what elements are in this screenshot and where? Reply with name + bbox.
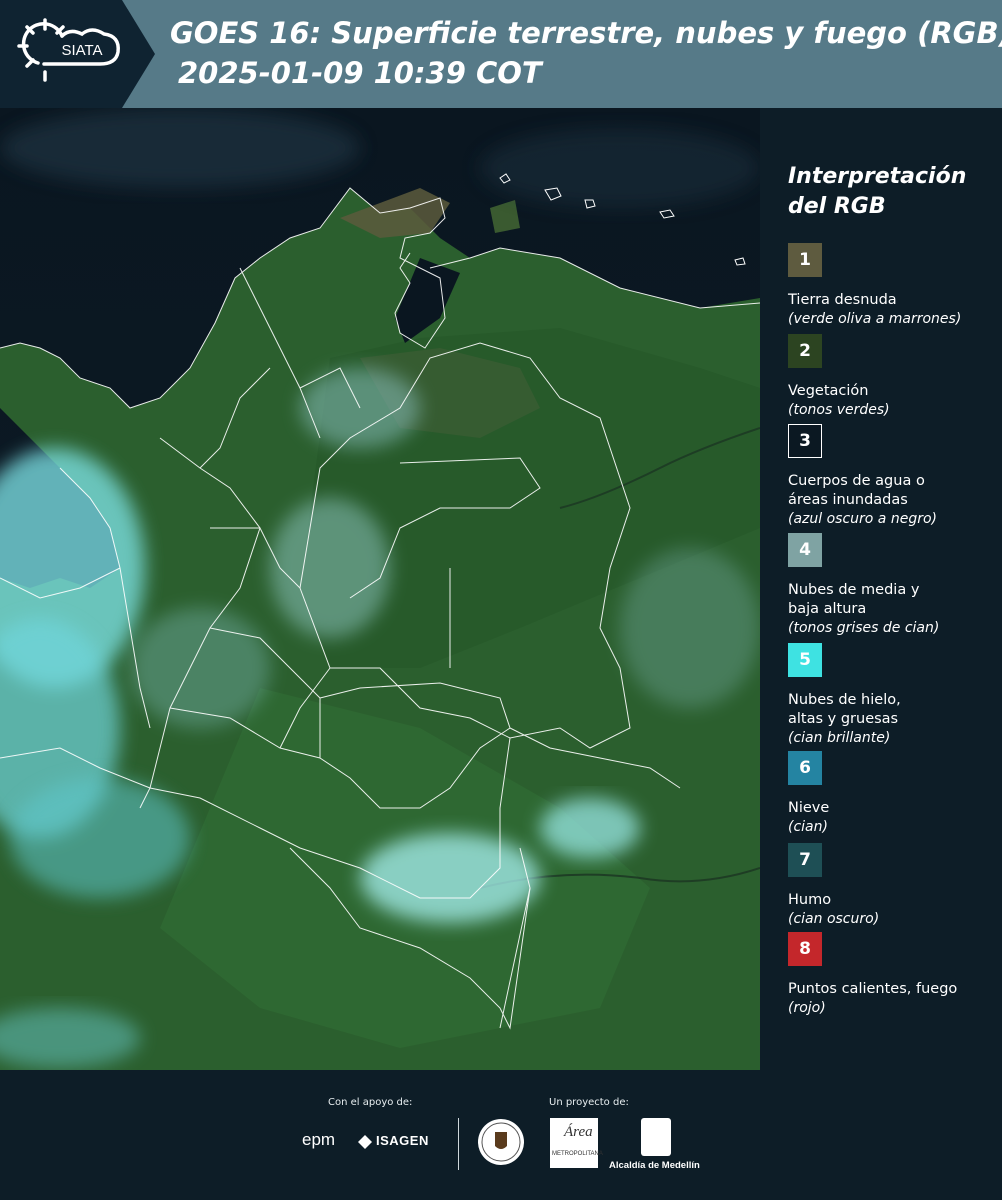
medellin-seal-logo — [477, 1118, 525, 1166]
legend-swatch: 1 — [788, 243, 822, 277]
legend-title-line1: Interpretación — [788, 164, 967, 189]
legend-item-sub: (verde oliva a marrones) — [788, 311, 962, 327]
legend-swatch: 2 — [788, 334, 822, 368]
legend-item-label: Nubes de media y baja altura — [788, 582, 920, 617]
legend-item-sub: (cian oscuro) — [788, 911, 880, 927]
isagen-icon — [358, 1134, 372, 1149]
legend-item-label: Nubes de hielo, altas y gruesas — [788, 692, 901, 727]
isagen-logo: ISAGEN — [376, 1133, 429, 1148]
area-logo-word: Área — [564, 1124, 593, 1140]
legend-swatch: 8 — [788, 932, 822, 966]
alcaldia-shield-icon — [641, 1118, 671, 1156]
legend-item-sub: (rojo) — [788, 1000, 826, 1016]
legend-item-label: Puntos calientes, fuego — [788, 981, 958, 997]
legend-item-vegetation: 2 Vegetación (tonos verdes) — [788, 334, 998, 420]
legend-item-water: 3 Cuerpos de agua o áreas inundadas (azu… — [788, 424, 998, 529]
page-timestamp: 2025-01-09 10:39 COT — [178, 56, 542, 90]
legend-item-fire: 8 Puntos calientes, fuego (rojo) — [788, 932, 998, 1018]
legend-item-sub: (cian) — [788, 819, 828, 835]
legend-item-sub: (azul oscuro a negro) — [788, 511, 937, 527]
project-label: Un proyecto de: — [549, 1097, 629, 1108]
legend-item-label: Tierra desnuda — [788, 292, 897, 308]
header-bar: SIATA GOES 16: Superficie terrestre, nub… — [0, 0, 1002, 108]
legend-panel: Interpretación del RGB 1 Tierra desnuda … — [762, 108, 1002, 1070]
legend-item-label: Cuerpos de agua o áreas inundadas — [788, 473, 925, 508]
legend-item-snow: 6 Nieve (cian) — [788, 751, 998, 837]
legend-title-line2: del RGB — [788, 194, 886, 219]
area-logo-sub: METROPOLITANA — [552, 1151, 603, 1157]
legend-item-sub: (tonos grises de cian) — [788, 620, 940, 636]
legend-item-sub: (cian brillante) — [788, 730, 891, 746]
legend-item-label: Nieve — [788, 800, 830, 816]
legend-swatch: 4 — [788, 533, 822, 567]
legend-item-label: Vegetación — [788, 383, 869, 399]
legend-item-bare-soil: 1 Tierra desnuda (verde oliva a marrones… — [788, 243, 998, 329]
legend-swatch: 5 — [788, 643, 822, 677]
legend-title: Interpretación del RGB — [788, 162, 966, 222]
support-label: Con el apoyo de: — [328, 1097, 413, 1108]
legend-swatch: 3 — [788, 424, 822, 458]
area-metropolitana-logo: Área METROPOLITANA — [550, 1118, 603, 1168]
siata-logo-text: SIATA — [61, 42, 102, 59]
legend-swatch: 7 — [788, 843, 822, 877]
epm-logo: epm — [302, 1130, 336, 1149]
footer: Con el apoyo de: Un proyecto de: epm ISA… — [0, 1070, 1002, 1200]
siata-logo: SIATA — [0, 0, 155, 108]
legend-item-mid-low-clouds: 4 Nubes de media y baja altura (tonos gr… — [788, 533, 998, 638]
legend-item-smoke: 7 Humo (cian oscuro) — [788, 843, 998, 929]
satellite-map — [0, 108, 760, 1070]
page-title: GOES 16: Superficie terrestre, nubes y f… — [170, 16, 1002, 50]
legend-item-ice-clouds: 5 Nubes de hielo, altas y gruesas (cian … — [788, 643, 998, 748]
legend-item-sub: (tonos verdes) — [788, 402, 890, 418]
legend-item-label: Humo — [788, 892, 832, 908]
footer-divider — [458, 1118, 459, 1170]
legend-swatch: 6 — [788, 751, 822, 785]
alcaldia-logo-text: Alcaldía de Medellín — [609, 1160, 700, 1171]
